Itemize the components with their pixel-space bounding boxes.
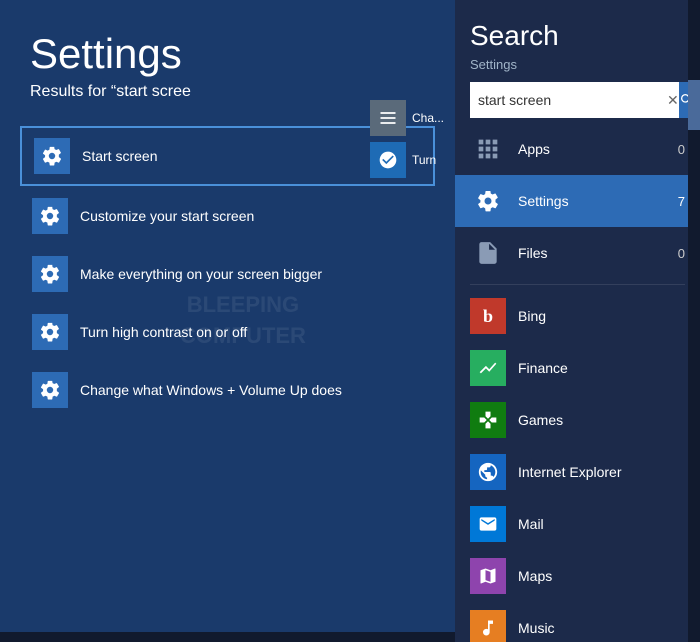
right-icon-2 <box>370 142 406 178</box>
search-title: Search <box>470 20 685 52</box>
files-icon <box>470 235 506 271</box>
right-icon-1 <box>370 100 406 136</box>
overflow-items: Cha... Turn <box>370 100 455 184</box>
category-apps[interactable]: Apps 0 <box>455 123 700 175</box>
page-title: Settings <box>0 0 455 83</box>
right-item-1[interactable]: Cha... <box>370 100 455 136</box>
settings-cat-label: Settings <box>518 193 666 209</box>
app-ie[interactable]: Internet Explorer <box>455 446 700 498</box>
customize-label: Customize your start screen <box>80 208 254 224</box>
bing-icon: b <box>470 298 506 334</box>
scrollbar-thumb[interactable] <box>688 80 700 130</box>
files-label: Files <box>518 245 666 261</box>
settings-item-customize[interactable]: Customize your start screen <box>20 188 435 244</box>
gear-icon-contrast <box>32 314 68 350</box>
app-maps[interactable]: Maps <box>455 550 700 602</box>
main-area: Settings Results for “start scree Start … <box>0 0 455 642</box>
bigger-label: Make everything on your screen bigger <box>80 266 322 282</box>
right-label-2: Turn <box>412 153 436 167</box>
gear-icon-customize <box>32 198 68 234</box>
search-header: Search Settings ✕ <box>455 0 700 123</box>
mail-icon <box>470 506 506 542</box>
apps-icon <box>470 131 506 167</box>
music-label: Music <box>518 620 685 636</box>
app-games[interactable]: Games <box>455 394 700 446</box>
files-count: 0 <box>678 246 685 261</box>
games-icon <box>470 402 506 438</box>
mail-label: Mail <box>518 516 685 532</box>
settings-count: 7 <box>678 194 685 209</box>
settings-item-contrast[interactable]: Turn high contrast on or off <box>20 304 435 360</box>
divider <box>470 284 685 285</box>
app-music[interactable]: Music <box>455 602 700 642</box>
search-clear-button[interactable]: ✕ <box>667 82 679 118</box>
games-label: Games <box>518 412 685 428</box>
app-bing[interactable]: b Bing <box>455 290 700 342</box>
volume-label: Change what Windows + Volume Up does <box>80 382 342 398</box>
settings-category-icon <box>470 183 506 219</box>
gear-icon-bigger <box>32 256 68 292</box>
category-settings[interactable]: Settings 7 <box>455 175 700 227</box>
right-item-2[interactable]: Turn <box>370 142 455 178</box>
contrast-label: Turn high contrast on or off <box>80 324 247 340</box>
search-context: Settings <box>470 57 685 72</box>
bottom-scrollbar[interactable] <box>0 632 455 642</box>
category-list: Apps 0 Settings 7 Files 0 <box>455 123 700 642</box>
finance-icon <box>470 350 506 386</box>
right-label-1: Cha... <box>412 111 444 125</box>
finance-label: Finance <box>518 360 685 376</box>
app-finance[interactable]: Finance <box>455 342 700 394</box>
gear-icon-start <box>34 138 70 174</box>
bing-label: Bing <box>518 308 685 324</box>
search-input-row: ✕ <box>470 82 685 118</box>
app-mail[interactable]: Mail <box>455 498 700 550</box>
ie-label: Internet Explorer <box>518 464 685 480</box>
start-screen-label: Start screen <box>82 148 157 164</box>
scrollbar-track <box>688 0 700 642</box>
ie-icon <box>470 454 506 490</box>
apps-label: Apps <box>518 141 666 157</box>
search-panel: Search Settings ✕ Apps 0 <box>455 0 700 642</box>
maps-icon <box>470 558 506 594</box>
settings-item-bigger[interactable]: Make everything on your screen bigger <box>20 246 435 302</box>
music-icon <box>470 610 506 642</box>
gear-icon-volume <box>32 372 68 408</box>
search-input[interactable] <box>470 82 667 118</box>
maps-label: Maps <box>518 568 685 584</box>
category-files[interactable]: Files 0 <box>455 227 700 279</box>
settings-item-volume[interactable]: Change what Windows + Volume Up does <box>20 362 435 418</box>
apps-count: 0 <box>678 142 685 157</box>
